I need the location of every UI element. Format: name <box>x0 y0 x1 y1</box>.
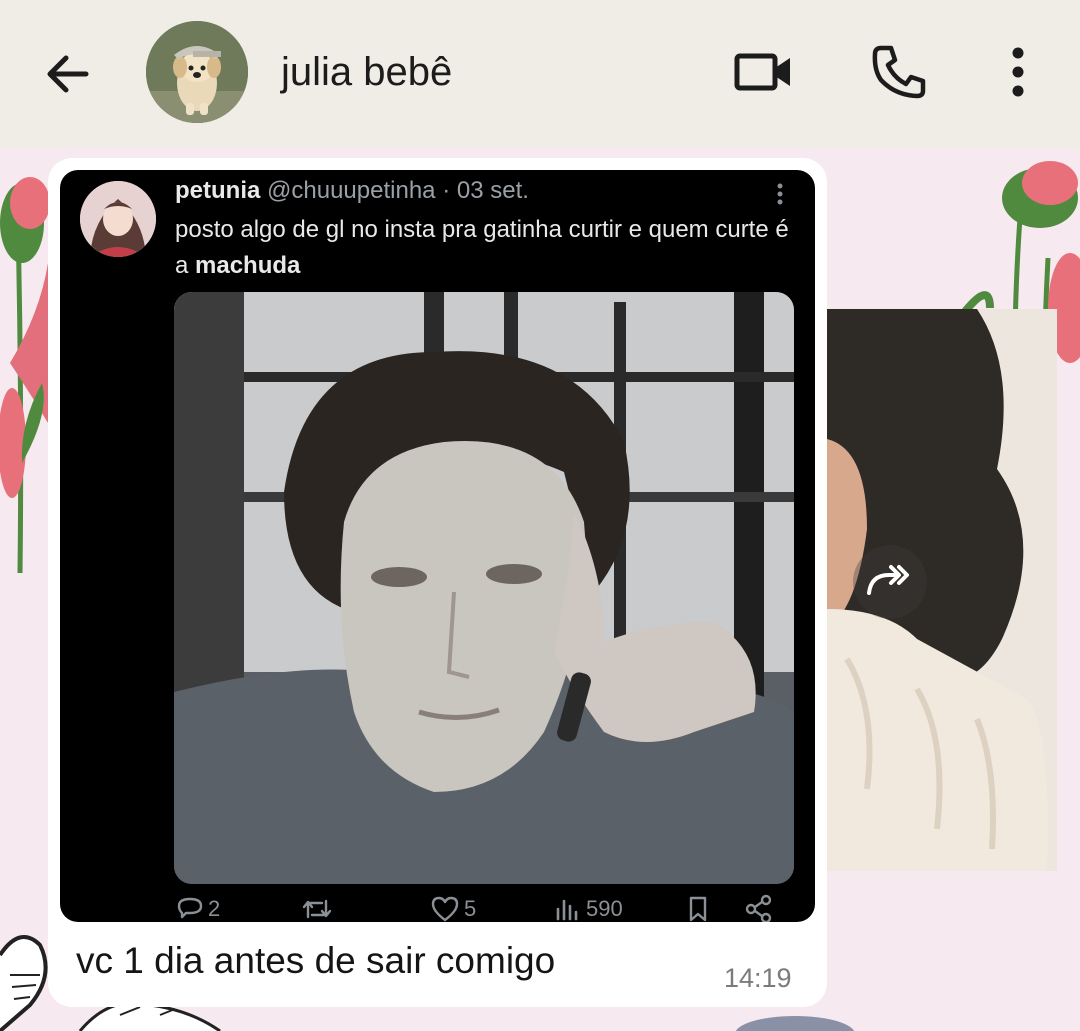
tweet-more-icon <box>768 180 792 210</box>
back-arrow-icon[interactable] <box>40 46 96 102</box>
heart-icon <box>431 896 459 922</box>
views-bar-icon <box>556 899 578 921</box>
phone-icon[interactable] <box>867 40 931 104</box>
tweet-display-name: petunia <box>175 177 261 204</box>
bookmark-icon <box>686 894 710 922</box>
share-icon <box>744 894 774 922</box>
chat-header: julia bebê <box>0 0 1080 148</box>
contact-name[interactable]: julia bebê <box>281 46 452 98</box>
tweet-reply-action: 2 <box>176 894 220 922</box>
tweet-like-action: 5 <box>430 894 476 922</box>
tweet-actions: 2 5 590 <box>174 894 794 922</box>
video-camera-icon[interactable] <box>732 40 796 104</box>
tweet-views-action: 590 <box>554 894 623 922</box>
tweet-author-avatar <box>80 181 156 257</box>
message-caption: vc 1 dia antes de sair comigo <box>76 940 556 981</box>
message-time: 14:19 <box>724 963 792 993</box>
reply-count: 2 <box>208 896 221 921</box>
tweet-separator: · <box>442 177 451 204</box>
tweet-text-bold: machuda <box>195 252 301 279</box>
retweet-icon <box>302 899 332 919</box>
more-vertical-icon[interactable] <box>1000 40 1036 104</box>
tweet-text: posto algo de gl no insta pra gatinha cu… <box>175 212 795 284</box>
like-count: 5 <box>464 896 477 921</box>
tweet-media-photo <box>174 292 794 884</box>
tweet-header: petunia @chuuupetinha · 03 set. <box>175 177 529 205</box>
tweet-date: 03 set. <box>456 177 529 204</box>
tweet-handle: @chuuupetinha <box>267 177 436 204</box>
contact-avatar[interactable] <box>146 21 248 123</box>
tweet-screenshot[interactable]: petunia @chuuupetinha · 03 set. posto al… <box>60 170 815 922</box>
tweet-retweet-action <box>300 894 338 922</box>
sticker-decoration <box>735 1016 855 1031</box>
views-count: 590 <box>586 896 623 921</box>
forward-icon[interactable] <box>853 545 927 619</box>
message-bubble[interactable]: petunia @chuuupetinha · 03 set. posto al… <box>48 158 827 1007</box>
reply-icon <box>177 897 203 919</box>
